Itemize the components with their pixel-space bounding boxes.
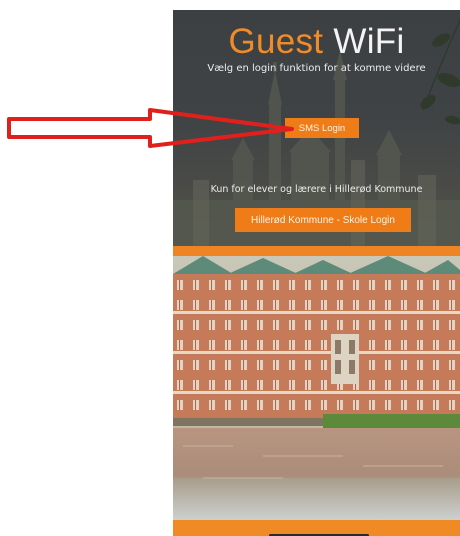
arrow-right-icon — [7, 108, 294, 148]
page: Guest WiFi Vælg en login funktion for at… — [0, 0, 460, 536]
